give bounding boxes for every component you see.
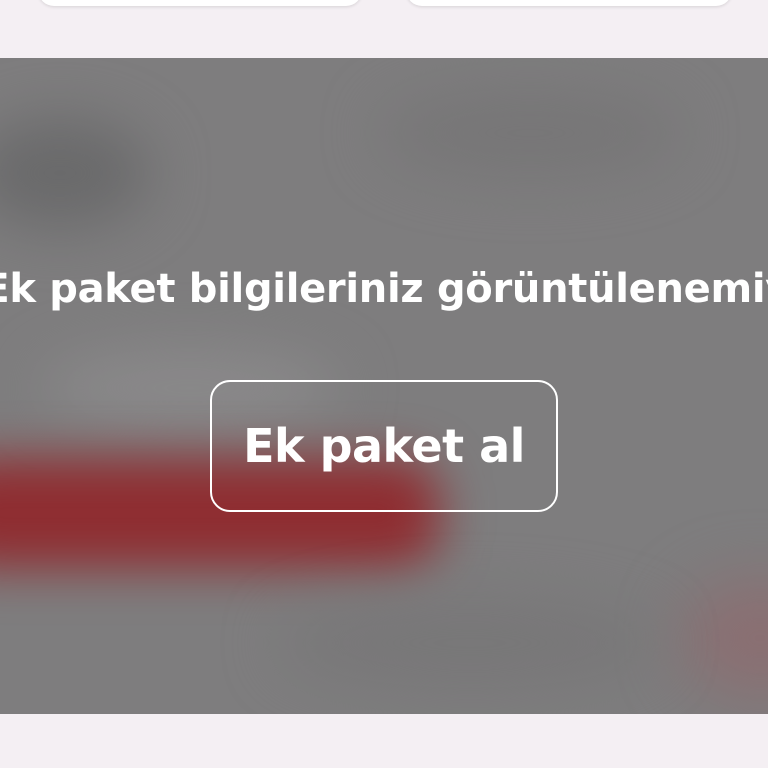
top-card-right[interactable] (406, 0, 732, 6)
blur-shape (380, 88, 680, 178)
unavailable-message: Ek paket bilgileriniz görüntülenemiyor (0, 266, 768, 312)
blur-shape (280, 598, 660, 688)
unavailable-message-text: Ek paket bilgileriniz görüntülenemiyor (0, 266, 768, 312)
blurred-package-panel: Ek paket bilgileriniz görüntülenemiyor E… (0, 58, 768, 714)
buy-addon-button[interactable]: Ek paket al (210, 380, 558, 512)
blur-shape (0, 118, 150, 228)
top-card-left[interactable] (38, 0, 362, 6)
blur-shape (680, 578, 768, 698)
app-screen: Ek paket bilgileriniz görüntülenemiyor E… (0, 0, 768, 768)
page-background-strip (0, 714, 768, 768)
